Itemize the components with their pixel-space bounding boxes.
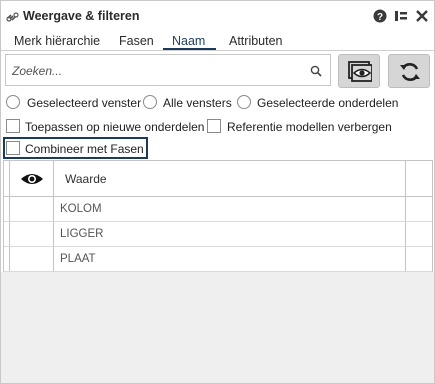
close-icon[interactable] [415,9,429,23]
radio-alle-vensters[interactable] [143,95,157,109]
checkbox-label: Combineer met Fasen [25,142,144,156]
row-value: KOLOM [60,203,102,215]
search-input[interactable] [10,61,304,81]
grid-header: Waarde [4,161,432,197]
view-options-button[interactable] [338,54,380,88]
search-icon[interactable] [310,65,322,77]
tab-naam[interactable]: Naam [172,34,205,48]
column-header-waarde[interactable]: Waarde [65,172,107,186]
tab-merk-hierarchie[interactable]: Merk hiërarchie [14,34,100,48]
refresh-icon [400,63,420,81]
tabs-divider [1,50,434,51]
eye-icon[interactable] [20,172,44,186]
table-row[interactable]: KOLOM [4,197,432,222]
window-title: Weergave & filteren [23,9,140,23]
title-bar: Weergave & filteren ? [1,1,434,31]
tab-fasen[interactable]: Fasen [119,34,154,48]
apply-new-parts-checkbox[interactable] [6,119,20,133]
link-icon [6,12,19,22]
radio-geselecteerde-onderdelen[interactable] [237,95,251,109]
tab-bar: Merk hiërarchie Fasen Naam Attributen [1,32,434,50]
hide-reference-models-checkbox[interactable] [207,119,221,133]
scope-options: Geselecteerd venster Alle vensters Gesel… [1,95,434,113]
svg-text:?: ? [377,12,383,23]
checkbox-label: Toepassen op nieuwe onderdelen [25,120,205,134]
value-grid: Waarde KOLOM LIGGER PLAAT [3,160,433,272]
table-row[interactable]: LIGGER [4,222,432,247]
refresh-button[interactable] [388,54,430,88]
help-icon[interactable]: ? [373,9,387,23]
empty-grid-area [1,272,434,383]
view-filter-panel: Weergave & filteren ? Merk hiërarchie Fa… [0,0,435,384]
tab-attributen[interactable]: Attributen [229,34,283,48]
combine-with-phases-checkbox[interactable] [6,141,20,155]
row-value: PLAAT [60,253,96,265]
radio-label: Alle vensters [163,96,232,110]
search-box [5,54,331,86]
table-row[interactable]: PLAAT [4,247,432,272]
pin-icon[interactable] [394,9,408,23]
row-value: LIGGER [60,228,104,240]
checkbox-label: Referentie modellen verbergen [227,120,392,134]
view-icon [348,61,372,82]
radio-geselecteerd-venster[interactable] [6,95,20,109]
radio-label: Geselecteerde onderdelen [257,96,399,110]
radio-label: Geselecteerd venster [27,96,142,110]
